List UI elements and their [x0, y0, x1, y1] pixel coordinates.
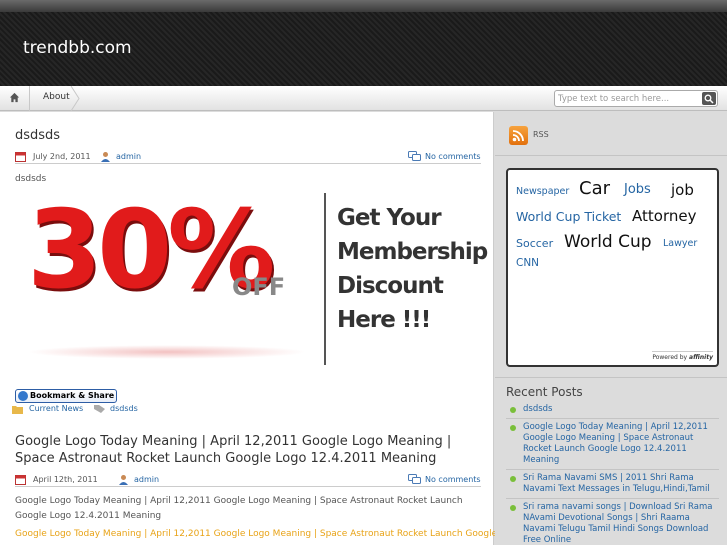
category-link[interactable]: Current News — [29, 404, 83, 413]
share-icon — [18, 391, 28, 401]
tag-icon — [94, 405, 105, 413]
recent-posts-title: Recent Posts — [506, 385, 583, 399]
comment-icon — [408, 151, 421, 161]
powered-by-brand: affinity — [689, 354, 713, 361]
post-excerpt: Google Logo Today Meaning | April 12,201… — [15, 496, 463, 521]
recent-post-link[interactable]: Sri Rama Navami SMS | 2011 Shri Rama Nav… — [506, 470, 719, 499]
user-icon — [119, 475, 128, 485]
site-header: trendbb.com — [0, 0, 727, 86]
post-author-link[interactable]: admin — [116, 152, 141, 161]
divider — [495, 377, 727, 378]
home-icon — [9, 92, 20, 103]
tag-cloud-item[interactable]: World Cup — [564, 232, 652, 252]
tag-cloud-widget: Newspaper Car Jobs job World Cup Ticket … — [506, 168, 719, 367]
post-comments-link[interactable]: No comments — [425, 475, 481, 484]
post-title[interactable]: dsdsds — [15, 128, 60, 143]
promo-banner-image[interactable]: 30% OFF Get Your Membership Discount Her… — [27, 193, 488, 365]
sidebar: RSS Newspaper Car Jobs job World Cup Tic… — [495, 112, 727, 545]
banner-divider — [324, 193, 326, 365]
recent-post-link[interactable]: Google Logo Today Meaning | April 12,201… — [506, 419, 719, 470]
tag-link[interactable]: dsdsds — [110, 404, 138, 413]
tag-cloud-item[interactable]: job — [671, 181, 694, 199]
banner-line: Here !!! — [337, 307, 431, 333]
post-title[interactable]: Google Logo Today Meaning | April 12,201… — [15, 433, 481, 467]
site-title[interactable]: trendbb.com — [23, 38, 132, 58]
tag-cloud-item[interactable]: Lawyer — [663, 238, 697, 249]
post-comments-link[interactable]: No comments — [425, 152, 481, 161]
search-box — [554, 90, 718, 107]
search-input[interactable] — [558, 93, 698, 105]
user-icon — [101, 152, 110, 162]
powered-by-label[interactable]: Powered by affinity — [652, 351, 713, 361]
rss-label: RSS — [533, 130, 549, 139]
bookmark-label: Bookmark & Share — [30, 391, 115, 400]
post-meta: July 2nd, 2011 admin No comments — [15, 150, 481, 164]
tag-cloud-item[interactable]: Car — [579, 178, 610, 199]
home-button[interactable] — [0, 86, 30, 111]
comment-icon — [408, 474, 421, 484]
post-date: April 12th, 2011 — [33, 475, 98, 484]
folder-icon — [12, 406, 23, 414]
post-author-link[interactable]: admin — [134, 475, 159, 484]
recent-posts-list: dsdsds Google Logo Today Meaning | April… — [506, 401, 719, 545]
search-icon — [704, 94, 714, 104]
search-button[interactable] — [702, 92, 716, 105]
banner-line: Membership — [337, 239, 488, 265]
calendar-icon — [15, 475, 26, 485]
recent-post-link[interactable]: Sri rama navami songs | Download Sri Ram… — [506, 499, 719, 545]
post-date: July 2nd, 2011 — [33, 152, 91, 161]
tag-cloud-item[interactable]: Soccer — [516, 237, 553, 250]
tag-cloud-item[interactable]: CNN — [516, 257, 539, 269]
nav-separator-icon — [70, 86, 80, 111]
banner-off: OFF — [232, 273, 286, 301]
bookmark-share-button[interactable]: Bookmark & Share — [15, 389, 117, 403]
tag-cloud-item[interactable]: Attorney — [632, 207, 696, 225]
nav-item-about[interactable]: About — [43, 92, 70, 102]
tag-cloud-item[interactable]: Newspaper — [516, 186, 569, 197]
banner-line: Discount — [337, 273, 444, 299]
banner-line: Get Your — [337, 205, 442, 231]
calendar-icon — [15, 152, 26, 162]
tag-cloud-item[interactable]: Jobs — [624, 182, 651, 197]
recent-post-link[interactable]: dsdsds — [506, 401, 719, 419]
tag-cloud-item[interactable]: World Cup Ticket — [516, 209, 621, 224]
divider — [495, 155, 727, 156]
post-link[interactable]: Google Logo Today Meaning | April 12,201… — [15, 529, 497, 539]
post-meta: April 12th, 2011 admin No comments — [15, 473, 481, 487]
powered-by-text: Powered by — [652, 354, 688, 361]
banner-reflection — [27, 345, 307, 359]
rss-icon — [509, 126, 528, 145]
post-excerpt: dsdsds — [15, 174, 47, 184]
